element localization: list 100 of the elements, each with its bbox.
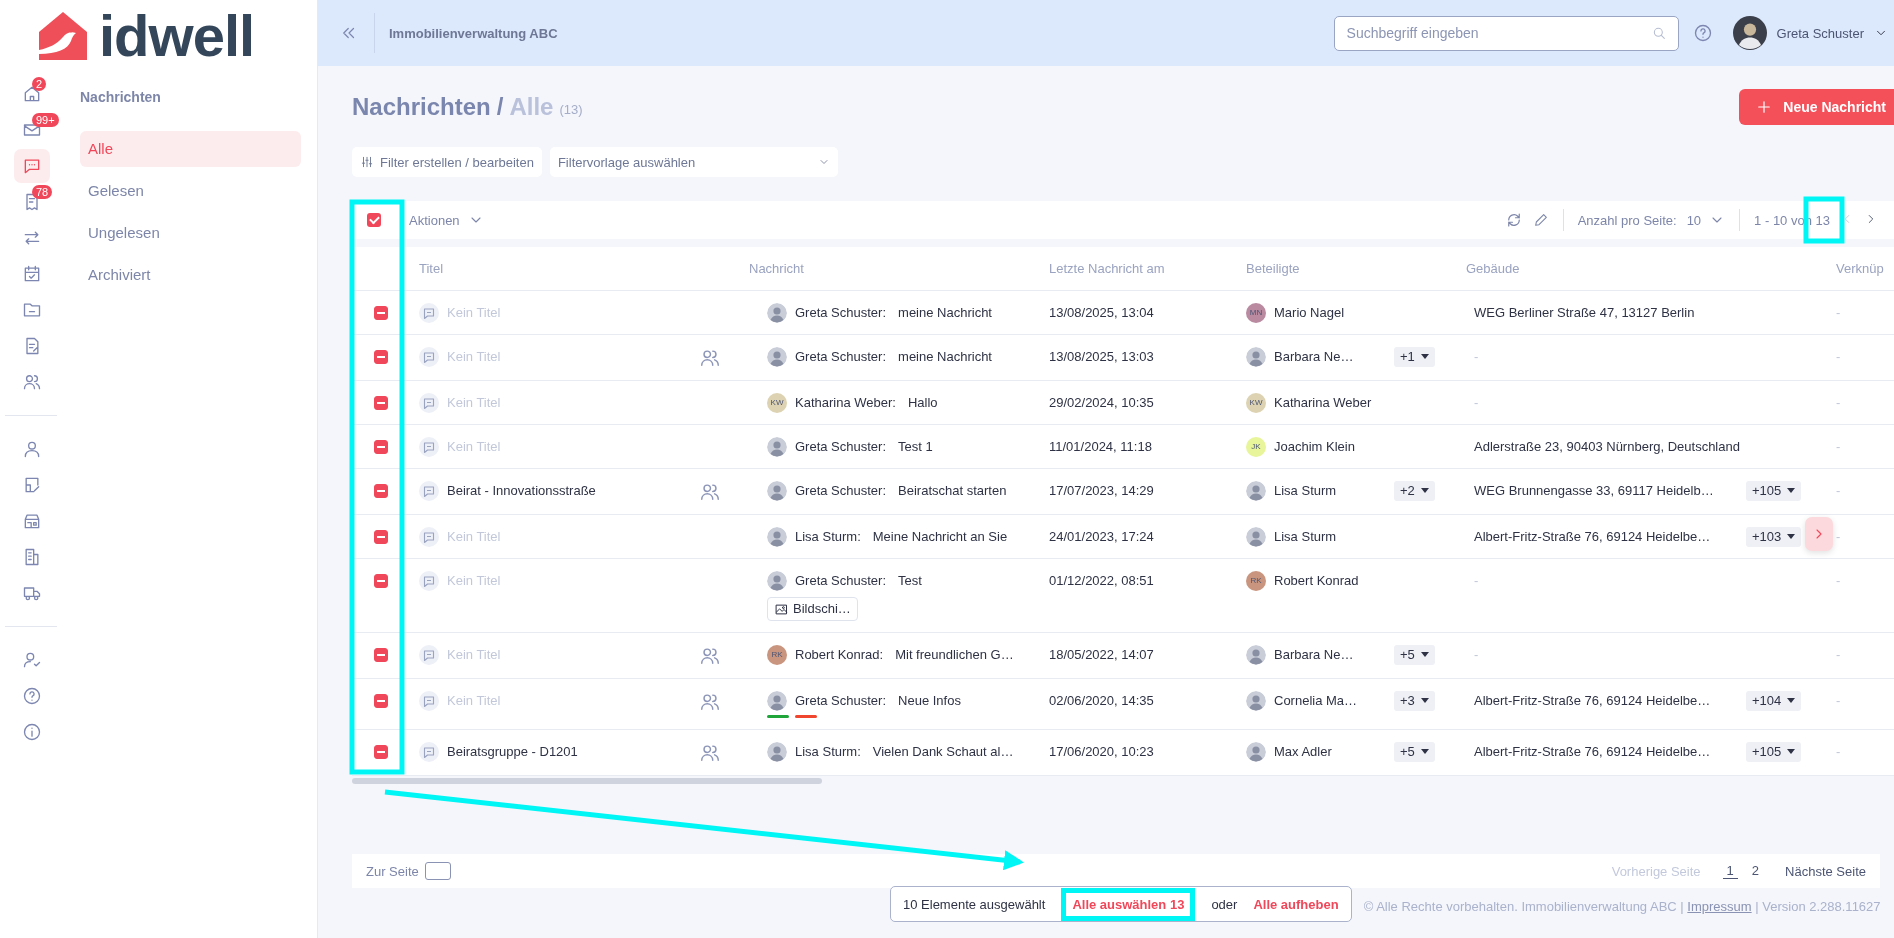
actions-dropdown[interactable]: Aktionen — [409, 212, 484, 228]
chat-bubble-icon — [419, 691, 439, 711]
message-preview: Beiratschat starten — [898, 482, 1007, 500]
sender-name: Robert Konrad: — [795, 646, 884, 664]
column-header: Nachricht — [749, 261, 804, 276]
page-title: Nachrichten — [352, 93, 491, 121]
more-participants-chip[interactable]: +2 — [1394, 481, 1435, 501]
avatar-silhouette — [1246, 481, 1266, 501]
avatar-silhouette — [1246, 527, 1266, 547]
column-header: Gebäude — [1466, 261, 1520, 276]
attachment-chip[interactable]: Bildschi… — [767, 597, 858, 621]
row-checkbox[interactable] — [373, 574, 388, 588]
participant-name: Max Adler — [1274, 743, 1333, 761]
count-badge: 2 — [32, 77, 47, 91]
date-text: 18/05/2022, 14:07 — [1049, 646, 1154, 664]
chat-title: Kein Titel — [447, 646, 501, 664]
filter-button[interactable]: Filter erstellen / bearbeiten — [352, 147, 542, 177]
more-buildings-chip[interactable]: +105 — [1746, 481, 1802, 501]
link-text: - — [1836, 348, 1841, 366]
initials-avatar: MN — [1246, 303, 1266, 323]
link-text: - — [1836, 528, 1841, 546]
or-text: oder — [1211, 896, 1238, 912]
row-checkbox[interactable] — [373, 306, 388, 320]
user-check-icon — [22, 650, 42, 670]
more-participants-chip[interactable]: +5 — [1394, 645, 1435, 665]
caret-icon — [1787, 488, 1796, 494]
building-text: - — [1473, 394, 1480, 412]
item-count: (13) — [559, 102, 583, 117]
row-checkbox[interactable] — [373, 530, 388, 544]
user-avatar-silhouette[interactable] — [1732, 16, 1767, 50]
row-checkbox[interactable] — [373, 694, 388, 708]
group-icon — [22, 372, 42, 392]
per-page-dropdown[interactable]: 10 — [1686, 212, 1726, 228]
nav-rail-item[interactable]: 78 — [14, 185, 62, 219]
row-checkbox[interactable] — [373, 648, 388, 662]
avatar-silhouette — [767, 437, 787, 457]
message-preview: Test 1 — [898, 438, 933, 456]
count-badge: 78 — [32, 185, 53, 199]
avatar-silhouette — [767, 527, 787, 547]
row-checkbox[interactable] — [373, 396, 388, 410]
message-preview: Test — [898, 572, 922, 590]
nav-rail-item[interactable]: 2 — [14, 77, 62, 111]
link-text: - — [1836, 304, 1841, 322]
help-icon[interactable] — [1692, 23, 1713, 43]
user-name[interactable]: Greta Schuster — [1776, 25, 1864, 41]
chat-title: Beiratsgruppe - D1201 — [447, 743, 578, 761]
date-text: 01/12/2022, 08:51 — [1049, 572, 1154, 590]
next-page-link[interactable]: Nächste Seite — [1785, 863, 1866, 879]
date-text: 17/06/2020, 10:23 — [1049, 743, 1154, 761]
filter-icon — [360, 155, 374, 169]
nav-rail-item[interactable] — [14, 149, 50, 183]
section-title: Nachrichten — [80, 88, 162, 107]
building-text: Albert-Fritz-Straße 76, 69124 Heidelbe… — [1473, 743, 1712, 761]
imprint-link[interactable]: Impressum — [1687, 898, 1752, 914]
more-participants-chip[interactable]: +5 — [1394, 742, 1435, 762]
pencil-icon[interactable] — [1532, 212, 1549, 228]
page-number[interactable]: 1 — [1722, 863, 1738, 879]
nav-item[interactable]: Gelesen — [80, 173, 301, 209]
caret-icon — [1787, 698, 1796, 704]
nav-item[interactable]: Archiviert — [80, 257, 301, 293]
clear-selection-link[interactable]: Alle aufheben — [1253, 896, 1339, 912]
nav-item[interactable]: Ungelesen — [80, 215, 301, 251]
more-participants-chip[interactable]: +1 — [1394, 347, 1435, 367]
row-checkbox[interactable] — [373, 350, 388, 364]
chat-title: Kein Titel — [447, 394, 501, 412]
page-input-field[interactable] — [424, 862, 451, 880]
row-checkbox[interactable] — [373, 440, 388, 454]
selection-text: 10 Elemente ausgewählt — [903, 896, 1046, 912]
account-name: Immobilienverwaltung ABC — [389, 25, 558, 41]
logo-text: idwell — [99, 10, 255, 62]
message-preview: Neue Infos — [898, 692, 961, 710]
page-number[interactable]: 2 — [1747, 863, 1764, 879]
column-header: Titel — [419, 261, 444, 276]
row-checkbox[interactable] — [373, 484, 388, 498]
nav-rail-item[interactable]: 99+ — [14, 113, 62, 147]
filter-template-dropdown[interactable]: Filtervorlage auswählen — [549, 147, 838, 177]
row-checkbox[interactable] — [373, 745, 388, 759]
chat-title: Kein Titel — [447, 572, 501, 590]
select-all-link[interactable]: Alle auswählen 13 — [1061, 887, 1196, 921]
message-preview: Meine Nachricht an Sie — [872, 528, 1008, 546]
new-message-button[interactable]: Neue Nachricht — [1739, 89, 1894, 125]
avatar-silhouette — [767, 571, 787, 591]
scrollbar[interactable] — [352, 778, 822, 784]
sender-name: Greta Schuster: — [795, 304, 887, 322]
initials-avatar: KW — [1246, 393, 1266, 413]
caret-icon — [1787, 534, 1796, 540]
more-buildings-chip[interactable]: +103 — [1746, 527, 1802, 547]
more-buildings-chip[interactable]: +104 — [1746, 691, 1802, 711]
nav-item[interactable]: Alle — [80, 131, 301, 167]
initials-avatar: RK — [767, 645, 787, 665]
avatar-silhouette — [1246, 691, 1266, 711]
chat-bubble-icon — [419, 527, 439, 547]
select-all-checkbox[interactable] — [367, 213, 381, 227]
more-buildings-chip[interactable]: +105 — [1746, 742, 1802, 762]
search-field[interactable]: Suchbegriff eingeben — [1333, 15, 1679, 51]
scroll-right-button[interactable] — [1805, 517, 1833, 551]
more-participants-chip[interactable]: +3 — [1394, 691, 1435, 711]
info-icon — [22, 722, 42, 742]
date-text: 29/02/2024, 10:35 — [1049, 394, 1154, 412]
chat-bubble-icon — [419, 437, 439, 457]
